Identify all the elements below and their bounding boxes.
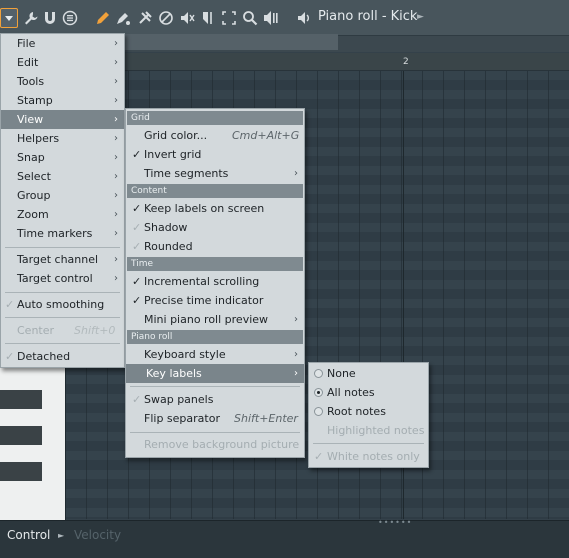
menu-item-target-control[interactable]: Target control › [1, 269, 124, 288]
slice-icon[interactable] [178, 9, 196, 27]
menu-item-root-notes[interactable]: Root notes [309, 402, 428, 421]
view-submenu: Grid Grid color... Cmd+Alt+G ✓ Invert grid… [125, 108, 305, 458]
main-menu: File › Edit › Tools › Stamp › View › Helpers ›… [0, 33, 125, 368]
menu-separator [5, 292, 120, 293]
magnet-icon[interactable] [41, 9, 59, 27]
menu-item-white-notes-only: ✓ White notes only [309, 447, 428, 466]
menu-item-none[interactable]: None [309, 364, 428, 383]
menu-item-edit[interactable]: Edit › [1, 53, 124, 72]
pencil-icon[interactable] [94, 9, 112, 27]
section-header-time: Time [127, 257, 303, 271]
playback-icon[interactable] [262, 9, 280, 27]
zoom-icon[interactable] [241, 9, 259, 27]
title-arrow-icon[interactable]: ► [417, 12, 424, 22]
check-icon: ✓ [132, 294, 142, 307]
check-icon: ✓ [132, 148, 142, 161]
wrench-icon[interactable] [22, 9, 40, 27]
menu-item-time-markers[interactable]: Time markers › [1, 224, 124, 243]
menu-item-swap-panels[interactable]: ✓ Swap panels [126, 390, 304, 409]
window-title: Piano roll - Kick [318, 9, 418, 24]
resize-grip[interactable]: •••••• [378, 518, 412, 527]
menu-item-highlighted-notes: Highlighted notes [327, 424, 425, 437]
menu-item-auto-smoothing[interactable]: ✓ Auto smoothing [1, 295, 124, 314]
menu-item-shadow[interactable]: ✓ Shadow [126, 218, 304, 237]
menu-arrow-icon[interactable] [0, 8, 18, 28]
key-labels-submenu: None All notes Root notes Highlighted no… [308, 362, 429, 468]
menu-item-detached[interactable]: ✓ Detached [1, 347, 124, 366]
menu-item-helpers[interactable]: Helpers › [1, 129, 124, 148]
control-arrow-icon[interactable]: ► [58, 531, 64, 540]
menu-item-mini-preview[interactable]: Mini piano roll preview › [126, 310, 304, 329]
menu-item-flip-separator[interactable]: Flip separator Shift+Enter [126, 409, 304, 428]
menu-separator [130, 386, 300, 387]
menu-item-zoom[interactable]: Zoom › [1, 205, 124, 224]
section-header-content: Content [127, 184, 303, 198]
menu-item-center: Center Shift+0 [17, 324, 116, 337]
menu-separator [313, 443, 424, 444]
delete-icon[interactable] [136, 9, 154, 27]
slice-knife-icon[interactable] [199, 9, 217, 27]
menu-separator [5, 317, 120, 318]
velocity-label[interactable]: Velocity [74, 528, 121, 542]
radio-icon [314, 369, 323, 378]
menu-item-key-labels[interactable]: Key labels › [126, 364, 304, 383]
check-icon: ✓ [132, 275, 142, 288]
section-header-grid: Grid [127, 111, 303, 125]
menu-item-time-segments[interactable]: Time segments › [126, 164, 304, 183]
check-icon: ✓ [132, 393, 142, 406]
check-icon: ✓ [5, 298, 15, 311]
piano-keyboard[interactable] [0, 360, 66, 520]
check-icon: ✓ [132, 240, 142, 253]
menu-item-stamp[interactable]: Stamp › [1, 91, 124, 110]
list-icon[interactable] [61, 9, 79, 27]
menu-item-invert-grid[interactable]: ✓ Invert grid [126, 145, 304, 164]
select-icon[interactable] [220, 9, 238, 27]
menu-item-view[interactable]: View › [1, 110, 124, 129]
radio-icon [314, 407, 323, 416]
timeline-ruler[interactable] [66, 53, 569, 71]
menu-separator [5, 247, 120, 248]
check-icon: ✓ [132, 202, 142, 215]
menu-item-select[interactable]: Select › [1, 167, 124, 186]
menu-item-tools[interactable]: Tools › [1, 72, 124, 91]
black-key[interactable] [0, 390, 42, 409]
menu-item-group[interactable]: Group › [1, 186, 124, 205]
toolbar: Piano roll - Kick ► [0, 0, 569, 36]
menu-item-file[interactable]: File › [1, 34, 124, 53]
menu-item-target-channel[interactable]: Target channel › [1, 250, 124, 269]
menu-item-keyboard-style[interactable]: Keyboard style › [126, 345, 304, 364]
mute-icon[interactable] [157, 9, 175, 27]
black-key[interactable] [0, 462, 42, 481]
scroll-strip[interactable] [125, 34, 338, 50]
section-header-piano-roll: Piano roll [127, 330, 303, 344]
black-key[interactable] [0, 426, 42, 445]
menu-item-incremental-scrolling[interactable]: ✓ Incremental scrolling [126, 272, 304, 291]
menu-item-all-notes[interactable]: All notes [309, 383, 428, 402]
radio-selected-icon [314, 388, 323, 397]
menu-separator [130, 432, 300, 433]
menu-item-rounded[interactable]: ✓ Rounded [126, 237, 304, 256]
menu-item-keep-labels[interactable]: ✓ Keep labels on screen [126, 199, 304, 218]
control-label[interactable]: Control [7, 528, 50, 542]
menu-item-snap[interactable]: Snap › [1, 148, 124, 167]
paint-icon[interactable] [114, 9, 132, 27]
check-icon: ✓ [132, 221, 142, 234]
check-icon: ✓ [5, 350, 15, 363]
speaker-icon[interactable] [295, 9, 313, 27]
menu-item-precise-time-indicator[interactable]: ✓ Precise time indicator [126, 291, 304, 310]
menu-item-remove-background: Remove background picture [144, 438, 300, 451]
menu-separator [5, 343, 120, 344]
menu-item-grid-color[interactable]: Grid color... Cmd+Alt+G [126, 126, 304, 145]
bar-number: 2 [403, 57, 409, 67]
check-icon: ✓ [314, 450, 324, 463]
